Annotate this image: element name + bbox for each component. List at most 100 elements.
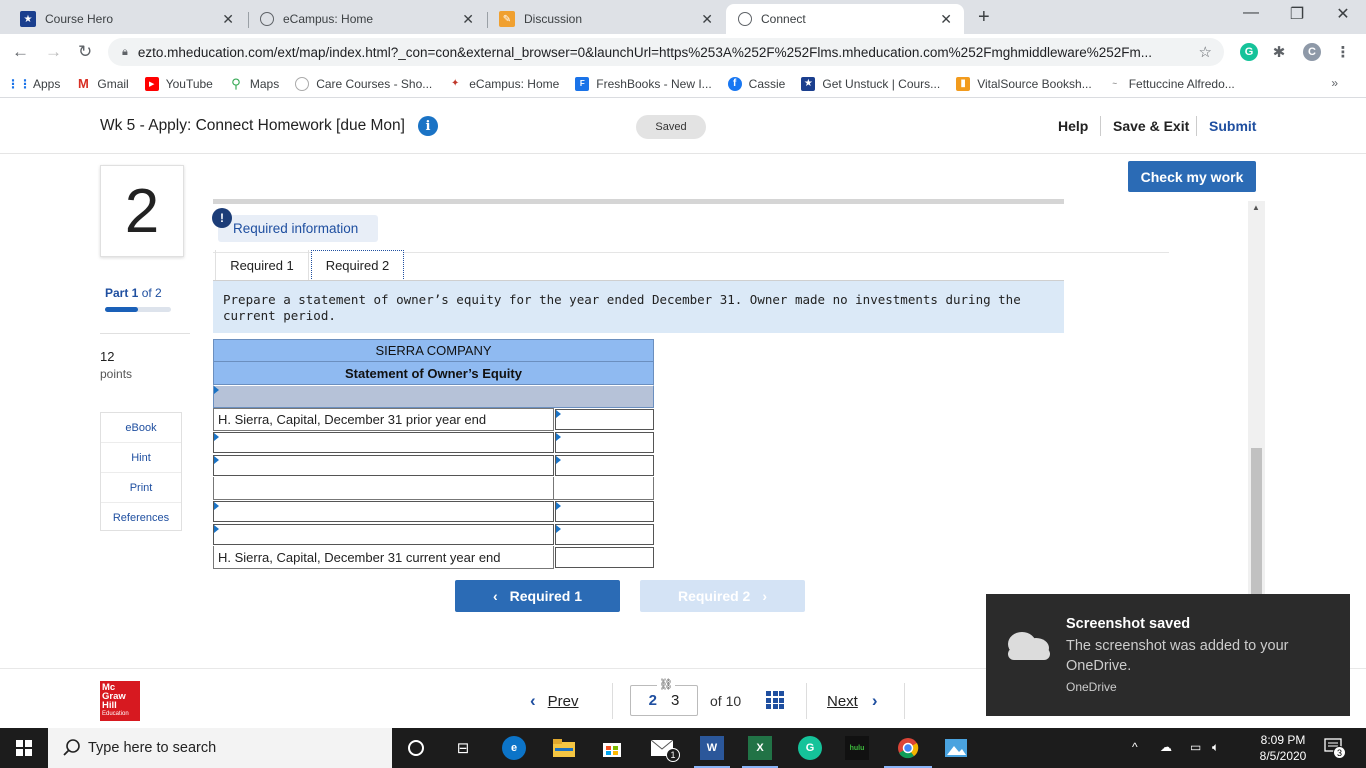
previous-content-edge (213, 199, 1064, 204)
edge-icon[interactable]: e (502, 736, 526, 760)
extensions-icon[interactable]: ✱ (1270, 43, 1288, 61)
table-row (213, 431, 654, 454)
bookmark-care-courses[interactable]: Care Courses - Sho... (295, 76, 432, 91)
question-grid-icon[interactable] (766, 691, 784, 709)
chrome-icon[interactable] (896, 736, 920, 760)
menu-icon[interactable]: ⋮ (1334, 43, 1352, 61)
bookmark-freshbooks[interactable]: F FreshBooks - New I... (575, 76, 712, 91)
word-icon[interactable]: W (700, 736, 724, 760)
bookmark-get-unstuck[interactable]: ★ Get Unstuck | Cours... (801, 76, 940, 91)
hulu-icon[interactable]: hulu (845, 736, 869, 760)
prev-question-button[interactable]: ‹ Prev (530, 691, 579, 711)
required-information-button[interactable]: Required information (218, 215, 378, 242)
period-dropdown-row[interactable] (213, 385, 654, 408)
submit-button[interactable]: Submit (1209, 118, 1256, 134)
worksheet-company: SIERRA COMPANY (213, 339, 654, 362)
tab-title: Discussion (524, 12, 583, 26)
row-label: H. Sierra, Capital, December 31 prior ye… (213, 408, 554, 431)
browser-tab-bar: ★ Course Hero ✕ eCampus: Home ✕ ✎ Discus… (0, 0, 1366, 34)
close-icon[interactable]: ✕ (462, 11, 474, 28)
amount-input[interactable] (555, 524, 654, 545)
hint-button[interactable]: Hint (101, 443, 181, 473)
windows-start-icon[interactable] (0, 728, 48, 768)
file-explorer-icon[interactable] (552, 736, 576, 760)
next-required-button[interactable]: Required 2 › (640, 580, 805, 612)
bookmark-ecampus[interactable]: ✦ eCampus: Home (448, 77, 559, 91)
save-exit-button[interactable]: Save & Exit (1113, 118, 1189, 134)
store-icon[interactable] (600, 736, 624, 760)
tab-course-hero[interactable]: ★ Course Hero ✕ (8, 4, 246, 34)
bookmark-apps[interactable]: ⋮⋮ Apps (7, 77, 60, 91)
onedrive-tray-icon[interactable]: ☁ (1160, 740, 1172, 754)
amount-input[interactable] (555, 409, 654, 430)
forward-icon[interactable]: → (45, 42, 62, 62)
photos-icon[interactable] (944, 736, 968, 760)
onedrive-toast[interactable]: Screenshot saved The screenshot was adde… (986, 594, 1350, 716)
tab-connect[interactable]: Connect ✕ (726, 4, 964, 34)
bookmark-label: YouTube (165, 76, 213, 91)
volume-icon[interactable]: 🔈︎ (1212, 740, 1219, 755)
url-input[interactable]: 🔒︎ ezto.mheducation.com/ext/map/index.ht… (108, 38, 1224, 66)
bookmark-star-icon[interactable]: ☆ (1199, 43, 1212, 61)
account-select[interactable] (213, 501, 554, 522)
bookmarks-overflow-icon[interactable]: » (1331, 76, 1338, 90)
check-my-work-button[interactable]: Check my work (1128, 161, 1256, 192)
notification-badge: 3 (1333, 746, 1346, 759)
grammarly-icon[interactable]: G (1240, 43, 1258, 61)
prev-required-button[interactable]: ‹ Required 1 (455, 580, 620, 612)
info-icon[interactable]: i (418, 116, 438, 136)
excel-icon[interactable]: X (748, 736, 772, 760)
taskbar-search-input[interactable]: Type here to search (48, 728, 392, 768)
account-select[interactable] (213, 455, 554, 476)
grammarly-icon[interactable]: G (798, 736, 822, 760)
table-row: H. Sierra, Capital, December 31 current … (213, 546, 654, 569)
ecampus-icon: ✦ (451, 78, 460, 89)
maximize-icon[interactable]: ❐ (1282, 4, 1312, 24)
ebook-button[interactable]: eBook (101, 413, 181, 443)
close-icon[interactable]: ✕ (940, 11, 952, 28)
cortana-icon[interactable] (404, 736, 428, 760)
help-button[interactable]: Help (1058, 118, 1088, 134)
tab-required-2[interactable]: Required 2 (311, 250, 404, 281)
references-button[interactable]: References (101, 503, 181, 533)
amount-input[interactable] (555, 432, 654, 453)
divider (100, 333, 190, 334)
bookmark-maps[interactable]: ⚲ Maps (229, 76, 279, 91)
amount-input[interactable] (555, 547, 654, 568)
notification-center-icon[interactable]: 3 (1324, 738, 1346, 759)
close-icon[interactable]: ✕ (701, 11, 713, 28)
tab-title: Connect (761, 12, 806, 26)
mail-icon[interactable]: 1 (650, 736, 680, 762)
tab-required-1[interactable]: Required 1 (215, 250, 309, 281)
minimize-icon[interactable]: — (1236, 4, 1266, 22)
task-view-icon[interactable]: ⊟ (451, 736, 475, 760)
battery-icon[interactable]: ▭ (1190, 740, 1201, 754)
account-select[interactable] (213, 432, 554, 453)
bookmark-gmail[interactable]: M Gmail (76, 76, 129, 91)
print-button[interactable]: Print (101, 473, 181, 503)
chevron-left-icon: ‹ (492, 588, 498, 604)
page-number-input[interactable]: ⛓ 2 3 (630, 678, 698, 716)
profile-avatar[interactable]: C (1303, 43, 1321, 61)
bookmark-youtube[interactable]: ▶ YouTube (144, 76, 213, 91)
next-question-button[interactable]: Next › (827, 691, 878, 711)
system-clock[interactable]: 8:09 PM 8/5/2020 (1252, 732, 1314, 764)
window-close-icon[interactable]: ✕ (1328, 4, 1358, 24)
course-hero-icon: ★ (801, 76, 816, 91)
reload-icon[interactable]: ↻ (78, 42, 92, 62)
amount-input[interactable] (555, 455, 654, 476)
bookmark-fettuccine[interactable]: ~ Fettuccine Alfredo... (1108, 77, 1234, 91)
new-tab-icon[interactable]: + (978, 6, 990, 29)
back-icon[interactable]: ← (12, 42, 29, 62)
tab-ecampus[interactable]: eCampus: Home ✕ (248, 4, 486, 34)
tab-discussion[interactable]: ✎ Discussion ✕ (487, 4, 725, 34)
bookmark-vitalsource[interactable]: ▮ VitalSource Booksh... (956, 76, 1092, 91)
bookmark-cassie[interactable]: f Cassie (727, 76, 785, 91)
close-icon[interactable]: ✕ (222, 11, 234, 28)
scroll-thumb[interactable] (1251, 448, 1262, 596)
chevron-up-icon[interactable]: ^ (1132, 740, 1138, 754)
amount-input[interactable] (555, 501, 654, 522)
scroll-up-icon[interactable]: ▲ (1252, 203, 1260, 212)
account-select[interactable] (213, 524, 554, 545)
content-scrollbar[interactable]: ▲ (1248, 201, 1265, 596)
